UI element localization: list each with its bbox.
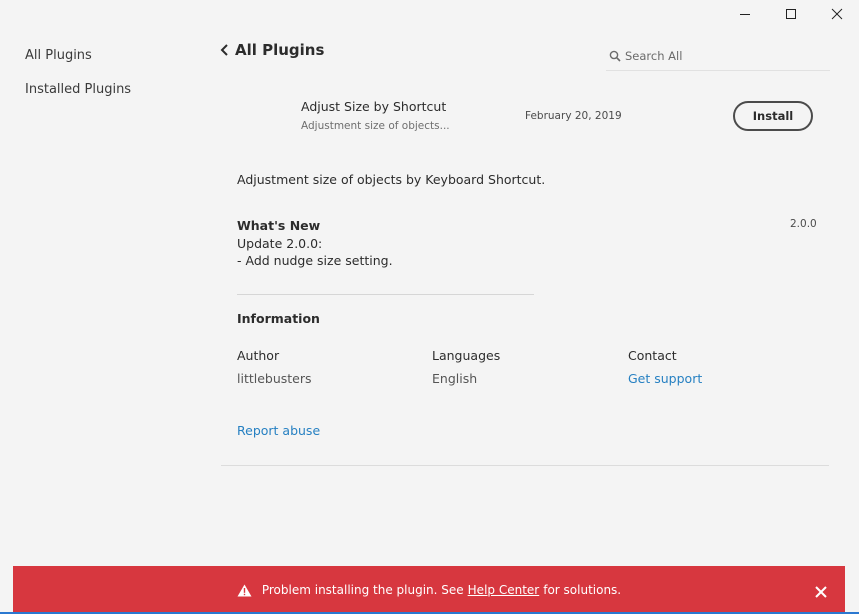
sidebar-item-installed-plugins[interactable]: Installed Plugins	[25, 82, 131, 97]
sidebar-item-all-plugins[interactable]: All Plugins	[25, 48, 92, 63]
error-toast: Problem installing the plugin. See Help …	[13, 566, 845, 614]
close-icon	[815, 586, 827, 598]
whats-new-line: Update 2.0.0:	[237, 236, 323, 251]
languages-value: English	[432, 371, 478, 386]
minimize-button[interactable]	[722, 0, 768, 28]
languages-label: Languages	[432, 348, 501, 363]
toast-message-prefix: Problem installing the plugin. See	[261, 583, 464, 597]
install-button[interactable]: Install	[733, 101, 813, 131]
chevron-left-icon	[220, 44, 228, 56]
author-label: Author	[237, 348, 280, 363]
author-value: littlebusters	[237, 371, 312, 386]
search-input[interactable]	[625, 46, 825, 66]
section-divider	[221, 465, 829, 466]
whats-new-title: What's New	[237, 218, 321, 233]
toast-message-suffix: for solutions.	[543, 583, 622, 597]
close-window-button[interactable]	[814, 0, 859, 28]
toast-message: Problem installing the plugin. See Help …	[13, 583, 845, 597]
information-title: Information	[237, 311, 320, 326]
plugin-version: 2.0.0	[790, 218, 817, 230]
search-box[interactable]	[606, 44, 830, 71]
search-icon	[609, 50, 621, 62]
section-divider	[237, 294, 534, 295]
plugin-description: Adjustment size of objects by Keyboard S…	[237, 172, 546, 187]
warning-icon	[237, 584, 252, 596]
report-abuse-link[interactable]: Report abuse	[237, 423, 320, 438]
toast-close-button[interactable]	[814, 584, 828, 598]
plugin-date: February 20, 2019	[525, 110, 622, 122]
get-support-link[interactable]: Get support	[628, 371, 702, 386]
back-button[interactable]	[218, 42, 232, 58]
plugin-name: Adjust Size by Shortcut	[301, 99, 447, 114]
close-icon	[831, 8, 843, 20]
plugin-short-description: Adjustment size of objects...	[301, 120, 450, 132]
whats-new-line: - Add nudge size setting.	[237, 253, 393, 268]
maximize-icon	[786, 9, 796, 19]
maximize-button[interactable]	[768, 0, 814, 28]
contact-label: Contact	[628, 348, 677, 363]
minimize-icon	[740, 14, 750, 15]
help-center-link[interactable]: Help Center	[468, 583, 540, 597]
page-title: All Plugins	[235, 41, 325, 59]
